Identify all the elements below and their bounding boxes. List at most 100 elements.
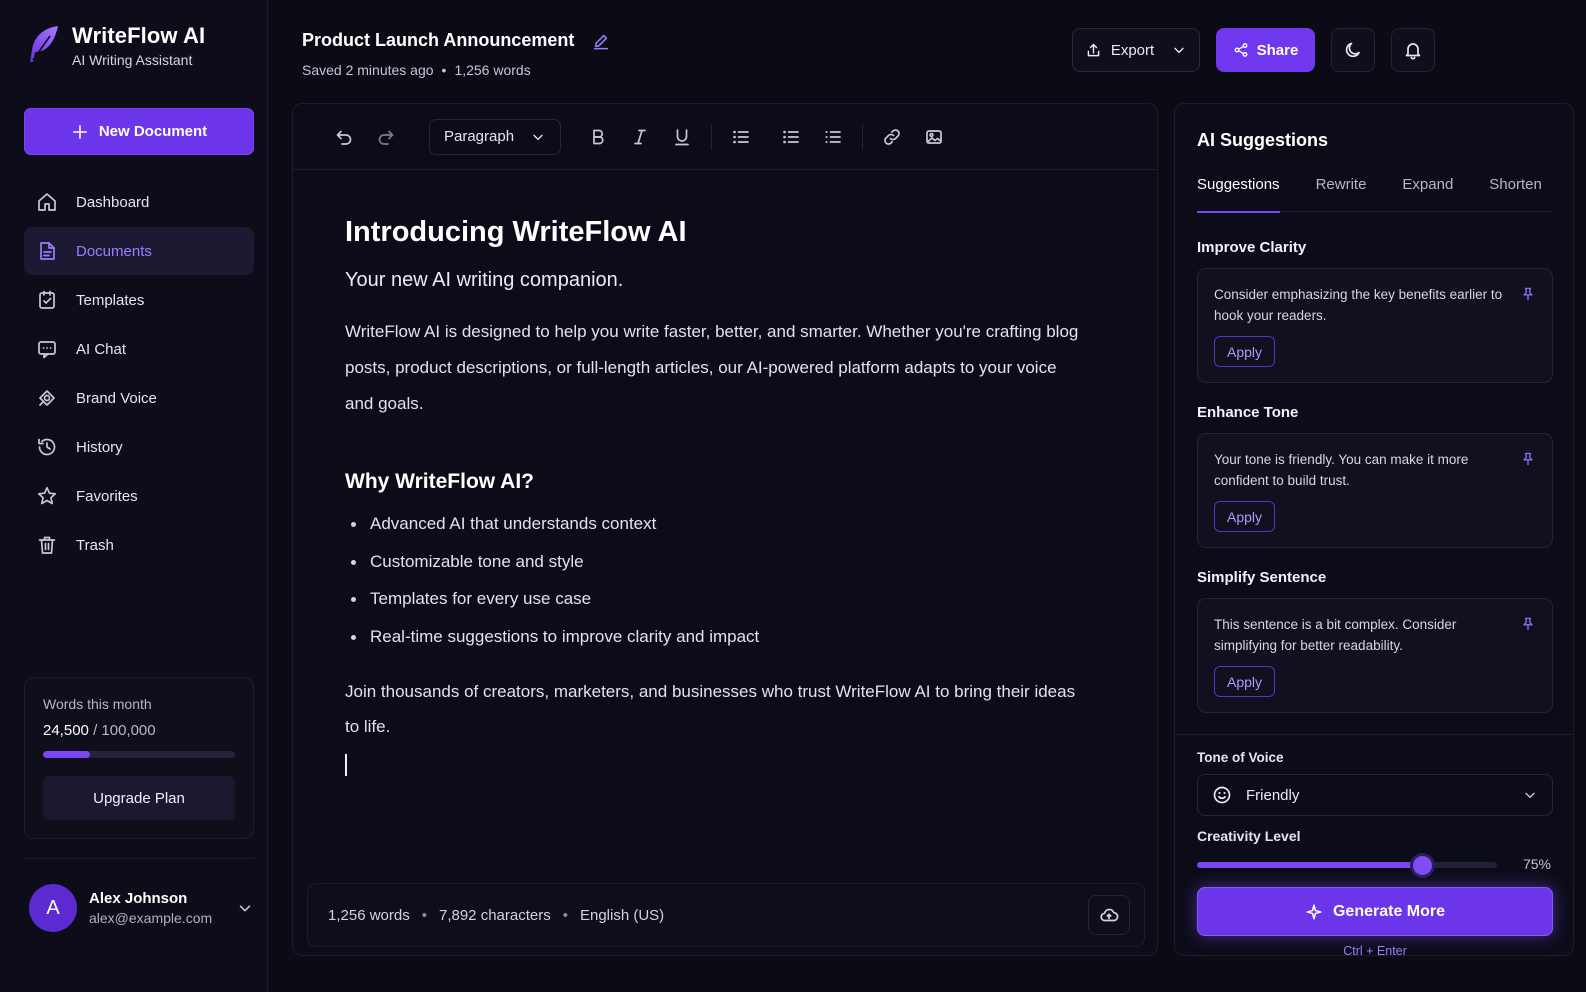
suggestion-heading: Enhance Tone [1197, 404, 1299, 421]
pin-icon[interactable] [1520, 286, 1536, 302]
keyboard-shortcut-hint: Ctrl + Enter [1343, 944, 1407, 958]
apply-button[interactable]: Apply [1214, 336, 1275, 367]
bulleted-list-icon [733, 130, 749, 143]
generate-more-button[interactable]: Generate More [1197, 887, 1553, 936]
document-body[interactable]: Introducing WriteFlow AI Your new AI wri… [345, 216, 1085, 776]
bold-button[interactable] [577, 116, 619, 158]
status-word-count: 1,256 words [328, 906, 410, 924]
sidebar-item-brand-voice[interactable]: Brand Voice [24, 374, 254, 422]
sidebar: WriteFlow AI AI Writing Assistant New Do… [0, 0, 268, 992]
tab-expand[interactable]: Expand [1402, 176, 1453, 212]
saved-status: Saved 2 minutes ago [302, 62, 434, 78]
tab-shorten[interactable]: Shorten [1489, 176, 1542, 212]
user-profile[interactable]: A Alex Johnson alex@example.com [29, 884, 254, 932]
redo-button[interactable] [365, 116, 407, 158]
share-label: Share [1256, 41, 1299, 59]
export-label: Export [1110, 41, 1155, 59]
document-subtitle: Your new AI writing companion. [345, 269, 624, 291]
status-language[interactable]: English (US) [580, 907, 664, 924]
apply-button[interactable]: Apply [1214, 666, 1275, 697]
document-paragraph: Join thousands of creators, marketers, a… [345, 682, 1076, 736]
brand: WriteFlow AI AI Writing Assistant [24, 22, 205, 68]
usage-card: Words this month 24,500 / 100,000 Upgrad… [24, 677, 254, 839]
creativity-value: 75% [1522, 856, 1551, 872]
edit-pencil-icon[interactable] [592, 32, 610, 50]
sidebar-item-trash[interactable]: Trash [24, 521, 254, 569]
export-button[interactable]: Export [1072, 28, 1200, 72]
sidebar-divider [24, 858, 254, 859]
chat-icon [38, 341, 56, 359]
sidebar-item-label: Brand Voice [76, 389, 157, 407]
chevron-down-icon [1525, 792, 1535, 799]
bulleted-list-button[interactable] [720, 116, 762, 158]
suggestion-card: This sentence is a bit complex. Consider… [1197, 598, 1553, 713]
block-style-select[interactable]: Paragraph [429, 118, 561, 155]
italic-icon [634, 129, 646, 144]
dark-mode-toggle[interactable] [1331, 28, 1375, 72]
status-character-count: 7,892 characters [438, 906, 551, 924]
pin-icon[interactable] [1520, 451, 1536, 467]
notifications-button[interactable] [1391, 28, 1435, 72]
share-button[interactable]: Share [1216, 28, 1315, 72]
insert-image-button[interactable] [913, 116, 955, 158]
suggestion-card: Your tone is friendly. You can make it m… [1197, 433, 1553, 548]
tone-of-voice-select[interactable]: Friendly [1197, 774, 1553, 816]
creativity-slider[interactable] [1197, 856, 1497, 875]
italic-button[interactable] [619, 116, 661, 158]
document-heading: Introducing WriteFlow AI [345, 216, 687, 248]
sparkle-icon [1306, 903, 1322, 920]
sidebar-item-label: Documents [76, 242, 152, 260]
usage-progress-bar [43, 751, 235, 758]
generate-more-label: Generate More [1332, 902, 1446, 920]
underline-button[interactable] [661, 116, 703, 158]
sidebar-item-documents[interactable]: Documents [24, 227, 254, 275]
sidebar-item-label: Templates [76, 291, 145, 309]
sidebar-item-favorites[interactable]: Favorites [24, 472, 254, 520]
page-title[interactable]: Product Launch Announcement [302, 30, 574, 51]
user-name: Alex Johnson [89, 890, 188, 907]
chevron-down-icon[interactable] [236, 899, 254, 917]
pin-icon[interactable] [1520, 616, 1536, 632]
document-paragraph: WriteFlow AI is designed to help you wri… [345, 322, 1079, 413]
new-document-button[interactable]: New Document [24, 108, 254, 155]
tab-rewrite[interactable]: Rewrite [1316, 176, 1367, 212]
suggestion-improve-clarity: Improve Clarity Consider emphasizing the… [1197, 239, 1553, 383]
insert-link-button[interactable] [871, 116, 913, 158]
avatar: A [29, 884, 77, 932]
sidebar-item-label: Trash [76, 536, 114, 554]
export-icon [1087, 43, 1100, 56]
share-icon [1234, 43, 1248, 57]
sidebar-item-history[interactable]: History [24, 423, 254, 471]
list-item: Templates for every use case [345, 580, 1085, 618]
undo-button[interactable] [323, 116, 365, 158]
brand-subtitle: AI Writing Assistant [72, 52, 193, 68]
cloud-sync-button[interactable] [1088, 895, 1130, 935]
sidebar-item-label: Dashboard [76, 193, 150, 211]
creativity-level-label: Creativity Level [1197, 828, 1301, 844]
slider-handle[interactable] [1413, 856, 1432, 875]
numbered-list-button[interactable] [770, 116, 812, 158]
document-icon [40, 242, 55, 260]
chevron-down-icon [533, 134, 543, 140]
ai-suggestions-panel: AI Suggestions Suggestions Rewrite Expan… [1174, 103, 1574, 958]
upgrade-plan-button[interactable]: Upgrade Plan [43, 776, 235, 820]
checklist-button[interactable] [812, 116, 854, 158]
moon-icon [1345, 42, 1360, 58]
usage-used: 24,500 [43, 722, 89, 739]
chevron-down-icon [1174, 47, 1184, 54]
list-item: Customizable tone and style [345, 543, 1085, 581]
suggestion-enhance-tone: Enhance Tone Your tone is friendly. You … [1197, 404, 1553, 548]
tab-suggestions[interactable]: Suggestions [1197, 176, 1280, 213]
usage-label: Words this month [43, 696, 152, 712]
apply-button[interactable]: Apply [1214, 501, 1275, 532]
history-icon [38, 438, 56, 456]
usage-limit: / 100,000 [93, 722, 156, 739]
checklist-icon [825, 130, 841, 143]
sidebar-item-ai-chat[interactable]: AI Chat [24, 325, 254, 373]
sidebar-item-dashboard[interactable]: Dashboard [24, 178, 254, 226]
sidebar-item-templates[interactable]: Templates [24, 276, 254, 324]
template-icon [39, 290, 55, 309]
star-icon [37, 486, 57, 505]
list-item: Advanced AI that understands context [345, 505, 1085, 543]
suggestion-heading: Improve Clarity [1197, 239, 1307, 256]
